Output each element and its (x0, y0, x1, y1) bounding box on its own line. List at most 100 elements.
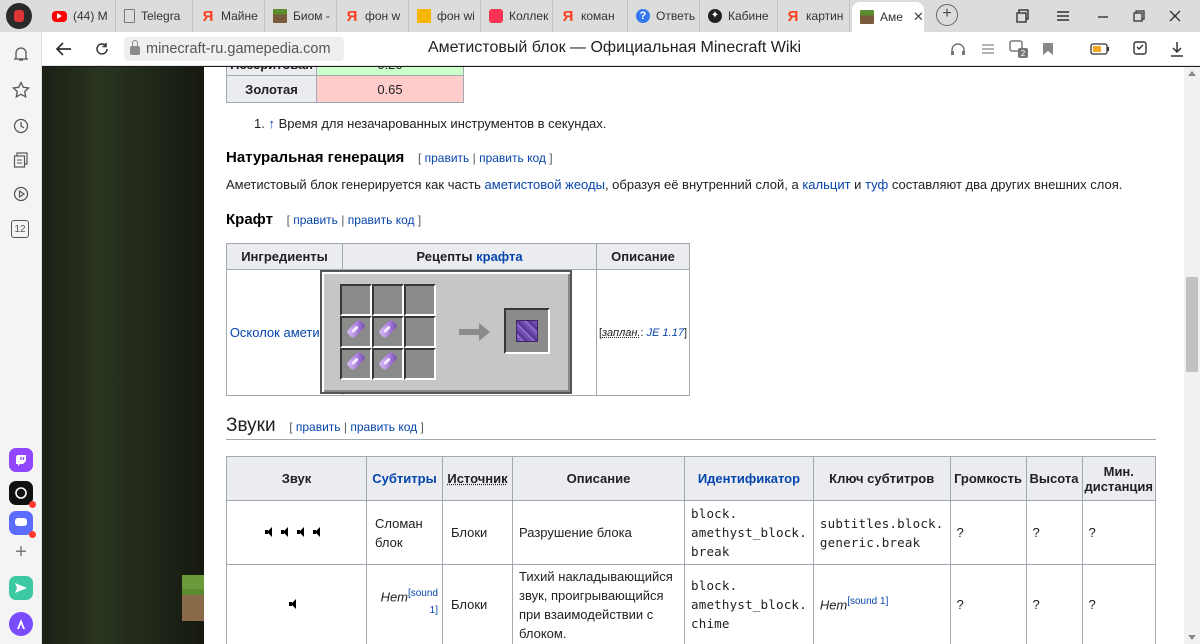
alice-app-icon[interactable] (9, 481, 36, 508)
tab-kabinet[interactable]: ✦ Кабине (700, 0, 778, 32)
sound-note-ref[interactable]: [sound 1] (408, 588, 438, 615)
edit-code-link[interactable]: править код (350, 420, 417, 434)
tab-biom[interactable]: Биом - (265, 0, 337, 32)
restore-icon[interactable] (1124, 0, 1154, 32)
close-window-icon[interactable] (1160, 0, 1190, 32)
tab-counter-badge[interactable]: 12 (11, 220, 29, 238)
image-icon (417, 9, 431, 23)
tab-strip: (44) M Telegra Я Майне Биом - Я фон w фо… (0, 0, 1200, 32)
alice-assistant-icon[interactable] (9, 612, 33, 636)
tab-youtube[interactable]: (44) M (44, 0, 116, 32)
browser-sidebar: 12 + (0, 32, 42, 644)
craft-slot[interactable] (340, 348, 372, 380)
tab-label: Майне (221, 9, 258, 23)
crafting-link[interactable]: крафта (476, 249, 522, 264)
tab-telegra[interactable]: Telegra (116, 0, 193, 32)
source-cell: Блоки (442, 564, 513, 644)
tab-label: Ответь (656, 9, 696, 23)
add-app-icon[interactable]: + (11, 541, 31, 563)
craft-slot[interactable] (404, 348, 436, 380)
amethyst-shard-icon (346, 351, 366, 371)
tab-maine[interactable]: Я Майне (193, 0, 265, 32)
craft-slot[interactable] (404, 284, 436, 316)
send-app-icon[interactable] (9, 576, 33, 600)
craft-slot[interactable] (340, 284, 372, 316)
speaker-icon[interactable] (264, 527, 275, 537)
favorites-star-icon[interactable] (11, 80, 31, 100)
subtitle-none: Нет (380, 589, 408, 605)
sound-note-ref[interactable]: [sound 1] (847, 596, 888, 607)
source-header: Источник (447, 471, 508, 486)
craft-heading: Крафт [ править | править код ] (226, 211, 421, 228)
tab-otvet[interactable]: ? Ответь (628, 0, 700, 32)
tab-kartin[interactable]: Я картин (778, 0, 850, 32)
edit-link[interactable]: править (296, 420, 341, 434)
tab-ame-active[interactable]: Аме ✕ (852, 2, 924, 32)
bookmark-icon[interactable] (1042, 40, 1054, 58)
new-tab-button[interactable]: + (936, 4, 958, 26)
version-link[interactable]: JE 1.17 (647, 327, 684, 339)
description-cell: Тихий накладывающийся звук, проигрывающи… (512, 564, 685, 644)
edit-code-link[interactable]: править код (348, 213, 415, 227)
volume-header: Громкость (949, 456, 1027, 501)
description-header: Описание (596, 243, 690, 270)
craft-output-slot[interactable] (504, 308, 550, 354)
browser-logo-icon[interactable] (6, 3, 32, 29)
craft-slot[interactable] (372, 284, 404, 316)
natural-generation-heading: Натуральная генерация [ править | правит… (226, 149, 553, 166)
identifier-header-link[interactable]: Идентификатор (698, 471, 800, 486)
tab-koman[interactable]: Я коман (553, 0, 628, 32)
paragraph-text: и (850, 177, 866, 192)
collections-toolbar-icon[interactable] (1132, 40, 1148, 58)
grass-block-icon (860, 10, 874, 24)
footnote-backlink[interactable]: ↑ (268, 116, 275, 131)
source-cell: Блоки (442, 500, 513, 565)
reload-icon[interactable] (90, 37, 114, 61)
scroll-up-icon[interactable] (1188, 71, 1196, 76)
extension-badge-icon[interactable]: 2 (1008, 40, 1030, 58)
back-arrow-icon[interactable] (52, 37, 76, 61)
tab-fon-w[interactable]: Я фон w (337, 0, 409, 32)
tab-label: коман (581, 9, 615, 23)
tab-fon-wi[interactable]: фон wi (409, 0, 481, 32)
notes-icon[interactable] (11, 150, 31, 170)
edit-link[interactable]: править (425, 151, 470, 165)
geode-link[interactable]: аметистовой жеоды (485, 177, 605, 192)
tab-kollek[interactable]: Коллек (481, 0, 553, 32)
craft-slot[interactable] (372, 316, 404, 348)
messenger-app-icon[interactable] (9, 511, 36, 538)
distance-cell: ? (1081, 500, 1157, 565)
question-icon: ? (636, 9, 650, 23)
tuff-link[interactable]: туф (865, 177, 888, 192)
twitch-icon[interactable] (9, 448, 33, 472)
scroll-thumb[interactable] (1186, 277, 1198, 372)
video-play-icon[interactable] (11, 184, 31, 204)
edit-code-link[interactable]: править код (479, 151, 546, 165)
crafting-grid (320, 270, 572, 394)
speaker-icon[interactable] (296, 527, 307, 537)
url-field[interactable]: minecraft-ru.gamepedia.com (124, 37, 344, 61)
bell-icon[interactable] (11, 44, 31, 64)
craft-slot[interactable] (372, 348, 404, 380)
close-tab-icon[interactable]: ✕ (913, 9, 924, 25)
menu-icon[interactable] (1048, 0, 1078, 32)
reader-mode-icon[interactable] (980, 40, 996, 58)
page-scrollbar[interactable] (1184, 67, 1200, 644)
craft-slot[interactable] (340, 316, 372, 348)
calcite-link[interactable]: кальцит (802, 177, 850, 192)
yandex-icon: Я (562, 7, 574, 25)
headphones-icon[interactable] (950, 40, 966, 58)
download-icon[interactable] (1170, 40, 1184, 58)
speaker-icon[interactable] (312, 527, 323, 537)
minimize-icon[interactable] (1088, 0, 1118, 32)
speaker-icon[interactable] (288, 599, 299, 609)
battery-icon[interactable] (1090, 40, 1110, 58)
notification-dot (29, 531, 36, 538)
tab-groups-icon[interactable] (1008, 0, 1038, 32)
edit-link[interactable]: править (293, 213, 338, 227)
speaker-icon[interactable] (280, 527, 291, 537)
craft-slot[interactable] (404, 316, 436, 348)
subtitles-header-link[interactable]: Субтитры (372, 471, 436, 486)
scroll-down-icon[interactable] (1188, 635, 1196, 640)
history-clock-icon[interactable] (11, 116, 31, 136)
